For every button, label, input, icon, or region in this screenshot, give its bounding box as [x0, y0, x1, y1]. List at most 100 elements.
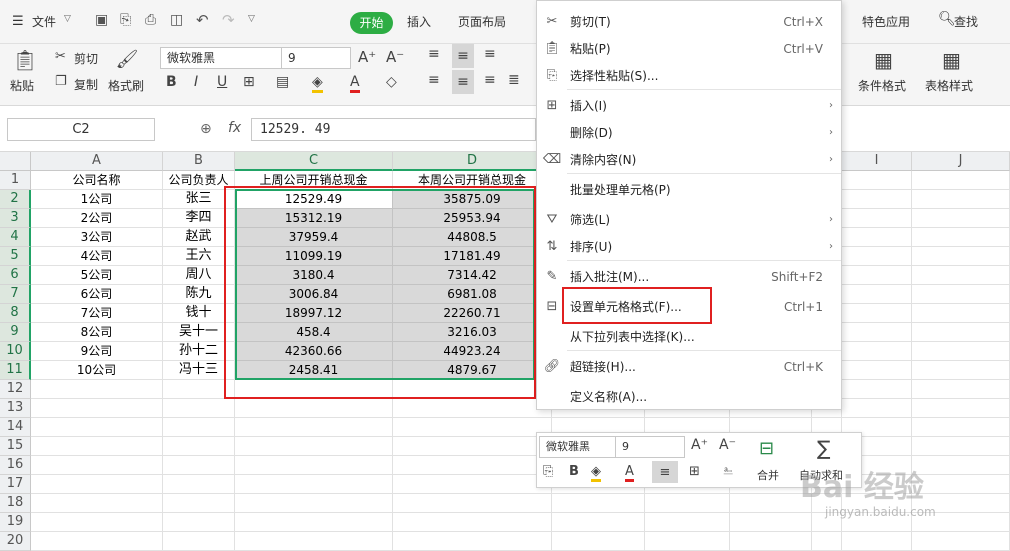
- row-header[interactable]: 18: [0, 494, 31, 513]
- scissors-icon[interactable]: ✂: [55, 49, 66, 64]
- grid-cell[interactable]: [912, 228, 1010, 247]
- context-menu-item[interactable]: 定义名称(A)...: [537, 383, 841, 411]
- grid-cell[interactable]: [393, 513, 552, 532]
- align-middle-icon[interactable]: ≡: [452, 44, 474, 68]
- grid-cell[interactable]: [163, 532, 235, 551]
- grid-cell[interactable]: [912, 437, 1010, 456]
- row-header[interactable]: 16: [0, 456, 31, 475]
- grid-cell[interactable]: [812, 532, 842, 551]
- mini-font-name[interactable]: 微软雅黑: [539, 436, 616, 458]
- row-header[interactable]: 19: [0, 513, 31, 532]
- grid-cell[interactable]: [163, 494, 235, 513]
- grid-cell[interactable]: [163, 437, 235, 456]
- grid-cell[interactable]: 1公司: [31, 190, 163, 209]
- conditional-format-button[interactable]: 条件格式: [858, 77, 906, 94]
- grid-cell[interactable]: [730, 513, 812, 532]
- grid-cell[interactable]: [645, 532, 730, 551]
- grid-cell[interactable]: [912, 380, 1010, 399]
- mini-format-painter-icon[interactable]: ⎘: [543, 464, 553, 479]
- row-header[interactable]: 2: [0, 190, 31, 209]
- grid-cell[interactable]: [31, 532, 163, 551]
- grid-cell[interactable]: [912, 418, 1010, 437]
- grid-cell[interactable]: [31, 494, 163, 513]
- fx-icon[interactable]: fx: [228, 120, 241, 136]
- row-header[interactable]: 8: [0, 304, 31, 323]
- context-menu-item[interactable]: 🔗︎ 超链接(H)... Ctrl+K: [537, 353, 841, 381]
- grid-cell[interactable]: 5公司: [31, 266, 163, 285]
- mini-align-center-icon[interactable]: ≡: [652, 461, 678, 483]
- file-menu[interactable]: 文件: [32, 13, 56, 30]
- decrease-font-icon[interactable]: A⁻: [386, 48, 404, 66]
- grid-cell[interactable]: [842, 342, 912, 361]
- grid-cell[interactable]: [912, 323, 1010, 342]
- context-menu-item[interactable]: 📋︎ 粘贴(P) Ctrl+V: [537, 35, 841, 63]
- align-left-icon[interactable]: ≡: [428, 72, 440, 88]
- format-painter-icon[interactable]: 🖌︎: [116, 48, 139, 70]
- clear-format-icon[interactable]: ◇: [386, 74, 397, 90]
- table-style-button[interactable]: 表格样式: [925, 77, 973, 94]
- grid-cell[interactable]: 10公司: [31, 361, 163, 380]
- tab-home[interactable]: 开始: [350, 12, 393, 34]
- grid-cell[interactable]: [842, 171, 912, 190]
- row-header[interactable]: 5: [0, 247, 31, 266]
- row-header[interactable]: 12: [0, 380, 31, 399]
- grid-cell[interactable]: [31, 475, 163, 494]
- grid-cell[interactable]: [912, 247, 1010, 266]
- grid-cell[interactable]: [235, 513, 393, 532]
- paste-icon[interactable]: 📋︎: [12, 48, 37, 72]
- name-box[interactable]: C2: [7, 118, 155, 141]
- conditional-format-icon[interactable]: ▦: [874, 48, 893, 72]
- merge-button[interactable]: 合并: [757, 467, 779, 483]
- row-header[interactable]: 13: [0, 399, 31, 418]
- mini-fill-color-icon[interactable]: ◈: [591, 464, 601, 482]
- row-header[interactable]: 7: [0, 285, 31, 304]
- context-menu-item[interactable]: ⊞ 插入(I) ›: [537, 92, 841, 120]
- grid-cell[interactable]: [912, 456, 1010, 475]
- format-painter-button[interactable]: 格式刷: [108, 77, 144, 94]
- zoom-search-icon[interactable]: ⊕: [200, 121, 212, 137]
- grid-cell[interactable]: 4公司: [31, 247, 163, 266]
- mini-decrease-font-icon[interactable]: A⁻: [719, 437, 736, 453]
- grid-cell[interactable]: [912, 342, 1010, 361]
- tab-special-apps[interactable]: 特色应用: [862, 13, 910, 30]
- grid-cell[interactable]: 6公司: [31, 285, 163, 304]
- context-menu-item[interactable]: 批量处理单元格(P): [537, 176, 841, 204]
- print-icon[interactable]: ⎙: [145, 12, 156, 28]
- grid-cell[interactable]: [31, 513, 163, 532]
- mini-clear-icon[interactable]: ⎁: [723, 463, 733, 478]
- mini-border-icon[interactable]: ⊞: [689, 464, 700, 479]
- grid-cell[interactable]: [842, 304, 912, 323]
- mini-font-color-icon[interactable]: A: [625, 464, 634, 482]
- copy-button[interactable]: 复制: [74, 76, 98, 93]
- row-header[interactable]: 1: [0, 171, 31, 190]
- sum-icon[interactable]: ∑: [817, 436, 830, 460]
- justify-icon[interactable]: ≣: [508, 72, 520, 88]
- font-name-select[interactable]: 微软雅黑: [160, 47, 282, 69]
- italic-button[interactable]: I: [194, 74, 198, 90]
- grid-cell[interactable]: [552, 494, 645, 513]
- grid-cell[interactable]: [163, 456, 235, 475]
- column-header[interactable]: D: [393, 152, 552, 171]
- tab-insert[interactable]: 插入: [407, 13, 431, 30]
- row-header[interactable]: 14: [0, 418, 31, 437]
- grid-cell[interactable]: [842, 247, 912, 266]
- column-header[interactable]: J: [912, 152, 1010, 171]
- grid-cell[interactable]: [393, 399, 552, 418]
- row-header[interactable]: 3: [0, 209, 31, 228]
- context-menu-item[interactable]: 从下拉列表中选择(K)...: [537, 323, 841, 351]
- grid-cell[interactable]: [912, 304, 1010, 323]
- grid-cell[interactable]: [912, 285, 1010, 304]
- context-menu-item[interactable]: ⌫ 清除内容(N) ›: [537, 146, 841, 174]
- grid-cell[interactable]: [393, 418, 552, 437]
- context-menu-item[interactable]: ⛛ 筛选(L) ›: [537, 206, 841, 234]
- grid-cell[interactable]: [912, 399, 1010, 418]
- grid-cell[interactable]: [393, 456, 552, 475]
- table-style-icon[interactable]: ▦: [942, 48, 961, 72]
- align-top-icon[interactable]: ≡: [428, 46, 440, 62]
- formula-input[interactable]: 12529. 49: [251, 118, 536, 141]
- paste-button[interactable]: 粘贴: [10, 77, 34, 94]
- context-menu-item[interactable]: 删除(D) ›: [537, 119, 841, 147]
- row-header[interactable]: 15: [0, 437, 31, 456]
- mini-font-size[interactable]: 9: [615, 436, 685, 458]
- context-menu-item[interactable]: ⎘ 选择性粘贴(S)...: [537, 62, 841, 90]
